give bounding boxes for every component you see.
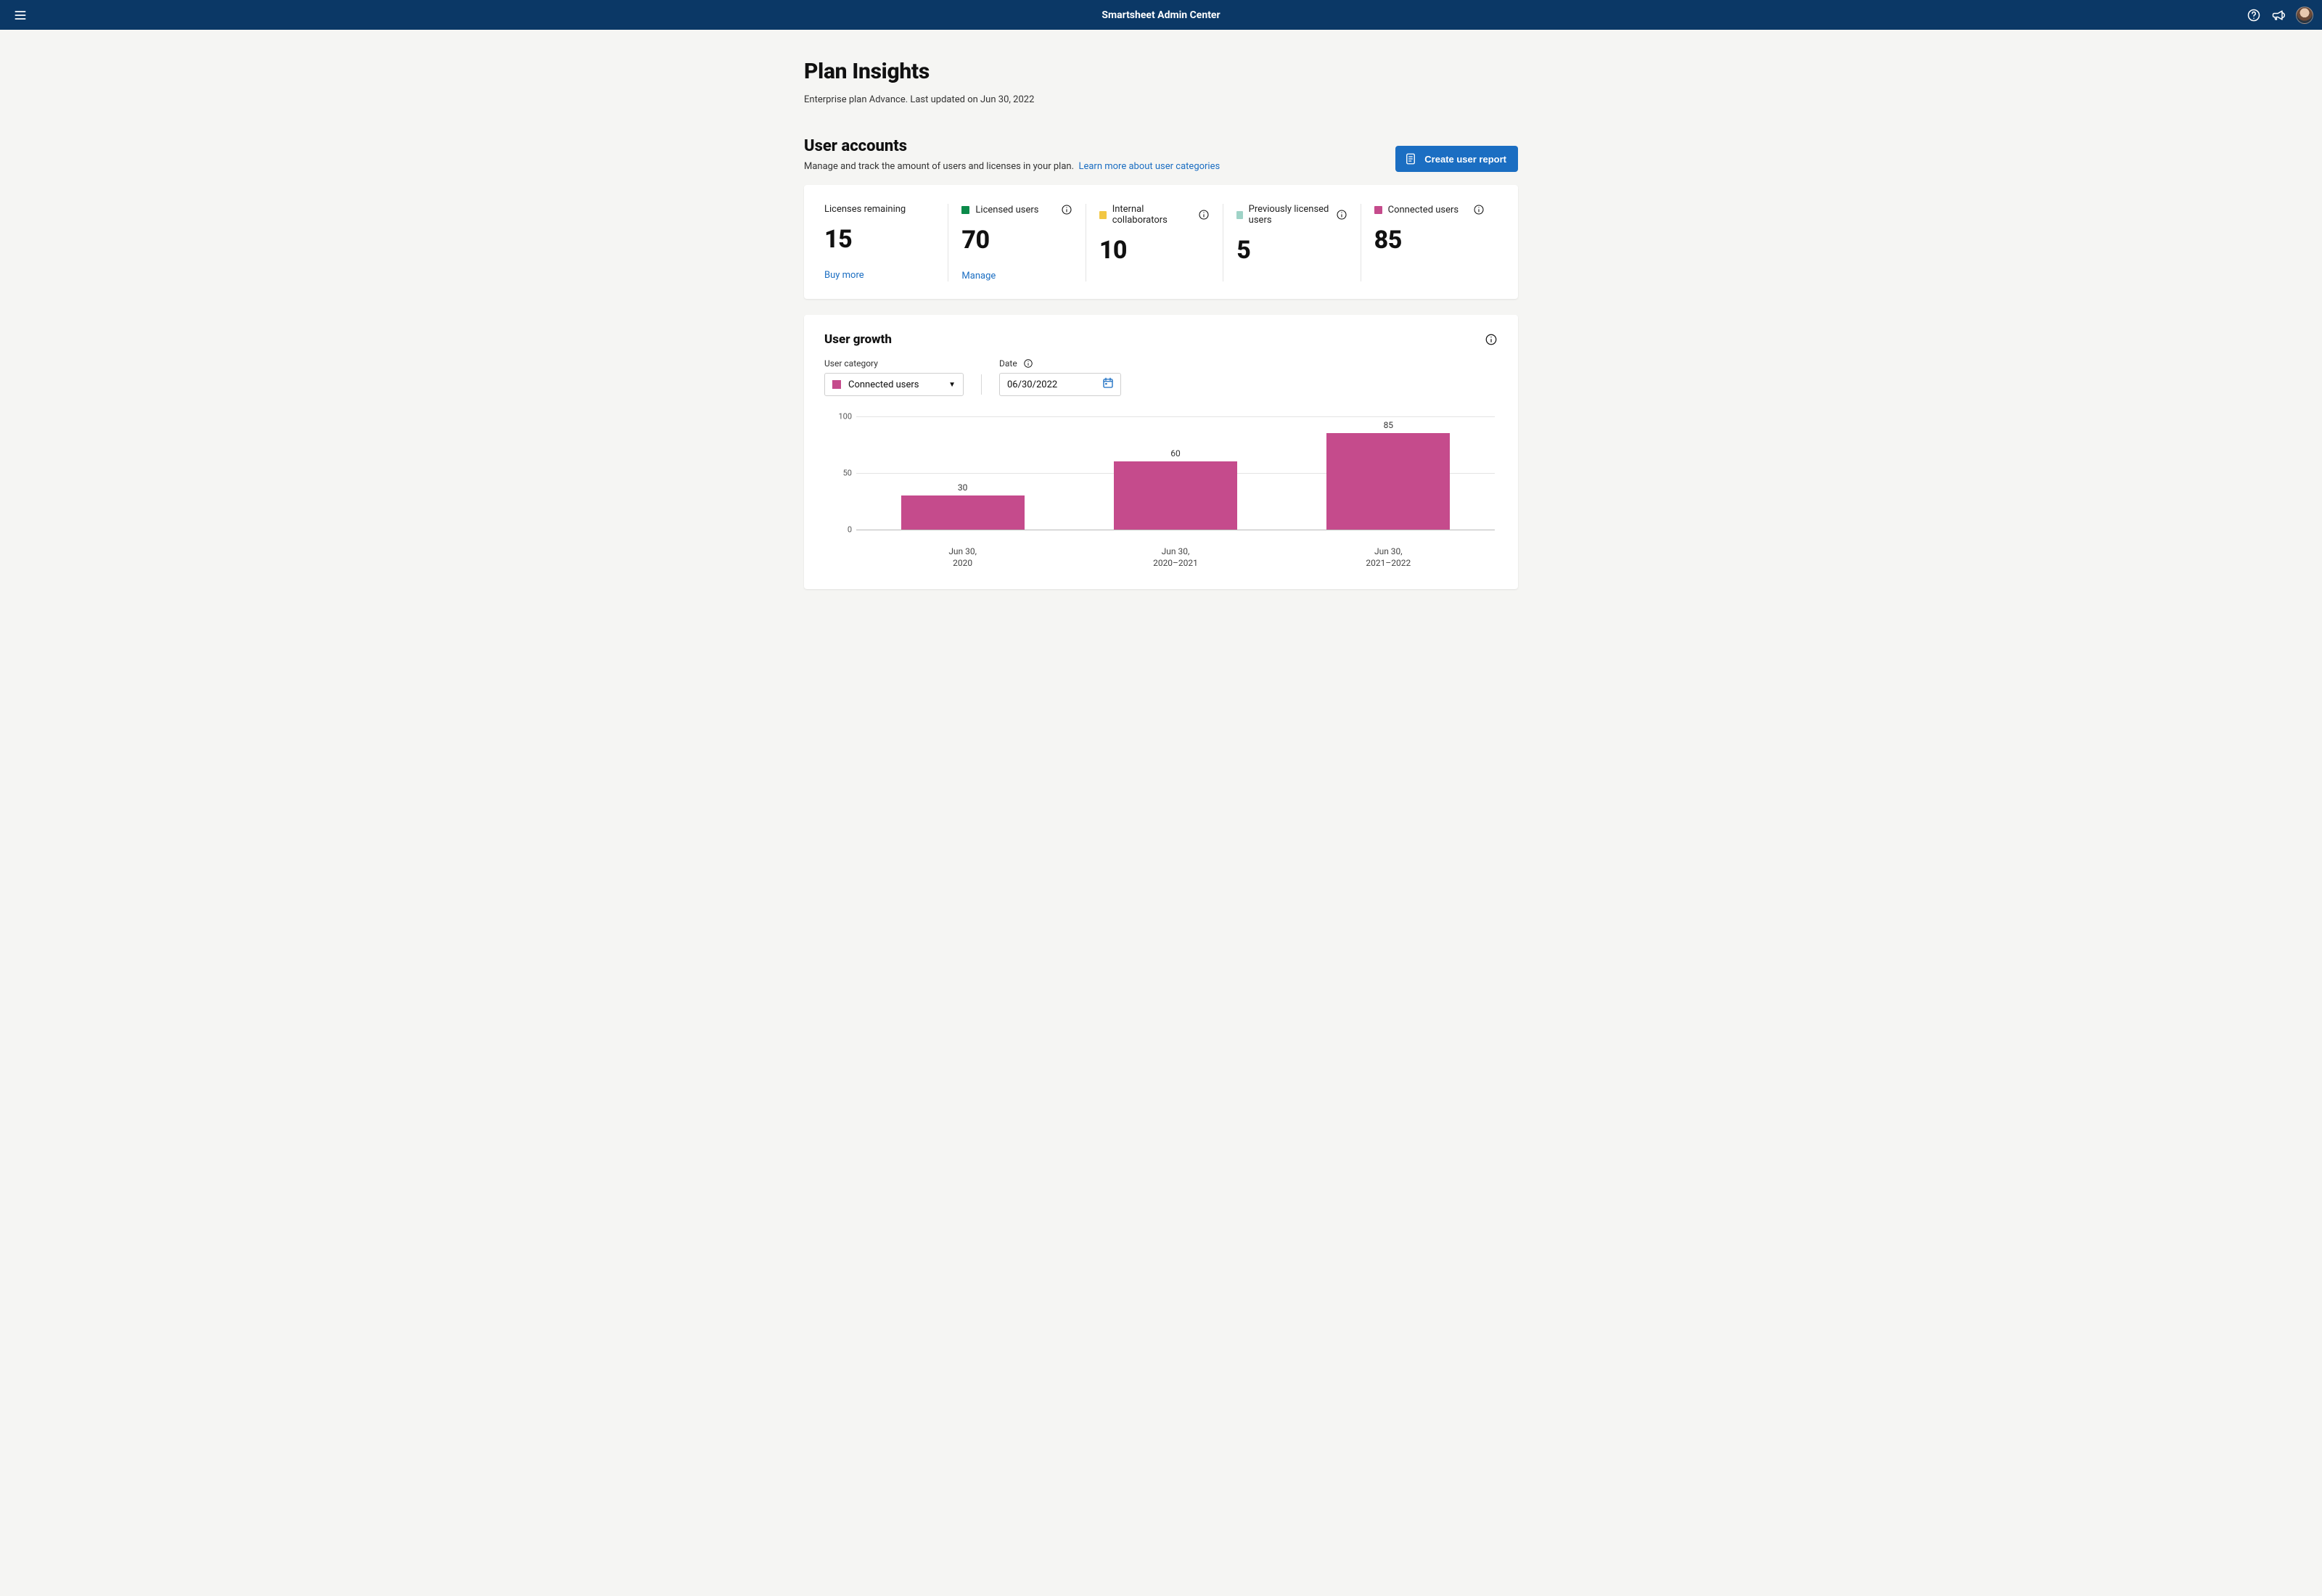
date-label: Date <box>999 358 1017 369</box>
stat-value: 10 <box>1099 236 1210 265</box>
help-icon <box>2247 8 2261 22</box>
swatch-icon <box>1099 211 1107 219</box>
chart-x-tick: Jun 30, 2021–2022 <box>1282 546 1495 569</box>
info-icon[interactable] <box>1485 333 1498 346</box>
chart-bar: 30 <box>901 495 1025 530</box>
user-growth-card: User growth User category Connected user… <box>804 315 1518 589</box>
category-selected: Connected users <box>848 379 941 390</box>
chart-bar-label: 60 <box>1170 448 1181 458</box>
stat-value: 70 <box>961 226 1072 255</box>
chart-y-tick: 50 <box>830 469 852 478</box>
buy-more-link[interactable]: Buy more <box>824 270 864 281</box>
chart-y-tick: 100 <box>830 412 852 421</box>
help-button[interactable] <box>2247 8 2261 22</box>
info-icon[interactable] <box>1336 209 1347 221</box>
chart-x-tick: Jun 30, 2020 <box>856 546 1069 569</box>
stat-value: 15 <box>824 225 935 254</box>
stat-label: Internal collaborators <box>1112 204 1193 226</box>
learn-more-link[interactable]: Learn more about user categories <box>1078 161 1220 172</box>
page-title: Plan Insights <box>804 59 1518 84</box>
swatch-icon <box>961 206 969 214</box>
stat-value: 5 <box>1236 236 1347 265</box>
chart-column: 85 <box>1282 416 1495 530</box>
chart-x-tick: Jun 30, 2020–2021 <box>1069 546 1281 569</box>
app-header: Smartsheet Admin Center <box>0 0 2322 30</box>
chart-bar-label: 85 <box>1384 420 1394 430</box>
main-content: Plan Insights Enterprise plan Advance. L… <box>804 30 1518 633</box>
growth-controls: User category Connected users ▼ Date <box>824 358 1498 396</box>
swatch-icon <box>832 380 841 389</box>
calendar-icon <box>1101 377 1115 392</box>
chart-bar-label: 30 <box>958 482 968 493</box>
category-label: User category <box>824 358 878 369</box>
stat-label: Licenses remaining <box>824 204 906 215</box>
divider <box>981 374 982 395</box>
stat-connected-users: Connected users 85 <box>1361 204 1498 281</box>
chart-column: 30 <box>856 416 1069 530</box>
page-subtitle: Enterprise plan Advance. Last updated on… <box>804 94 1518 105</box>
header-actions <box>2247 7 2313 24</box>
date-input[interactable]: 06/30/2022 <box>999 373 1121 396</box>
stat-label: Licensed users <box>975 205 1038 215</box>
stat-label: Connected users <box>1388 205 1459 215</box>
menu-button[interactable] <box>9 4 32 27</box>
stat-label: Previously licensed users <box>1249 204 1330 226</box>
stat-previously-licensed: Previously licensed users 5 <box>1223 204 1360 281</box>
app-title: Smartsheet Admin Center <box>0 9 2322 21</box>
info-icon[interactable] <box>1473 204 1485 215</box>
user-accounts-header: User accounts Manage and track the amoun… <box>804 137 1518 172</box>
report-icon <box>1404 152 1417 165</box>
stat-licensed-users: Licensed users 70 Manage <box>948 204 1085 281</box>
stat-internal-collaborators: Internal collaborators 10 <box>1086 204 1223 281</box>
user-accounts-desc: Manage and track the amount of users and… <box>804 161 1220 172</box>
chevron-down-icon: ▼ <box>948 381 956 389</box>
chart-plot: 30 60 85 <box>856 416 1495 530</box>
chart-column: 60 <box>1069 416 1281 530</box>
announcements-button[interactable] <box>2271 8 2286 22</box>
chart-bar: 60 <box>1114 461 1237 530</box>
chart-y-tick: 0 <box>830 525 852 535</box>
user-growth-chart: 050100306085 Jun 30, 2020Jun 30, 2020–20… <box>824 416 1498 569</box>
megaphone-icon <box>2271 8 2286 22</box>
create-user-report-label: Create user report <box>1424 154 1506 165</box>
hamburger-icon <box>13 8 28 22</box>
swatch-icon <box>1374 206 1382 214</box>
user-accounts-title: User accounts <box>804 137 1220 155</box>
user-accounts-desc-text: Manage and track the amount of users and… <box>804 161 1074 172</box>
info-icon[interactable] <box>1023 358 1033 369</box>
user-growth-title: User growth <box>824 332 892 347</box>
manage-link[interactable]: Manage <box>961 271 996 281</box>
info-icon[interactable] <box>1198 209 1210 221</box>
stat-licenses-remaining: Licenses remaining 15 Buy more <box>824 204 948 281</box>
chart-bar: 85 <box>1326 433 1450 530</box>
category-select[interactable]: Connected users ▼ <box>824 373 964 396</box>
create-user-report-button[interactable]: Create user report <box>1395 146 1518 172</box>
stat-value: 85 <box>1374 226 1485 255</box>
swatch-icon <box>1236 211 1242 219</box>
info-icon[interactable] <box>1061 204 1072 215</box>
user-accounts-card: Licenses remaining 15 Buy more Licensed … <box>804 185 1518 299</box>
avatar[interactable] <box>2296 7 2313 24</box>
date-value: 06/30/2022 <box>1007 379 1057 390</box>
